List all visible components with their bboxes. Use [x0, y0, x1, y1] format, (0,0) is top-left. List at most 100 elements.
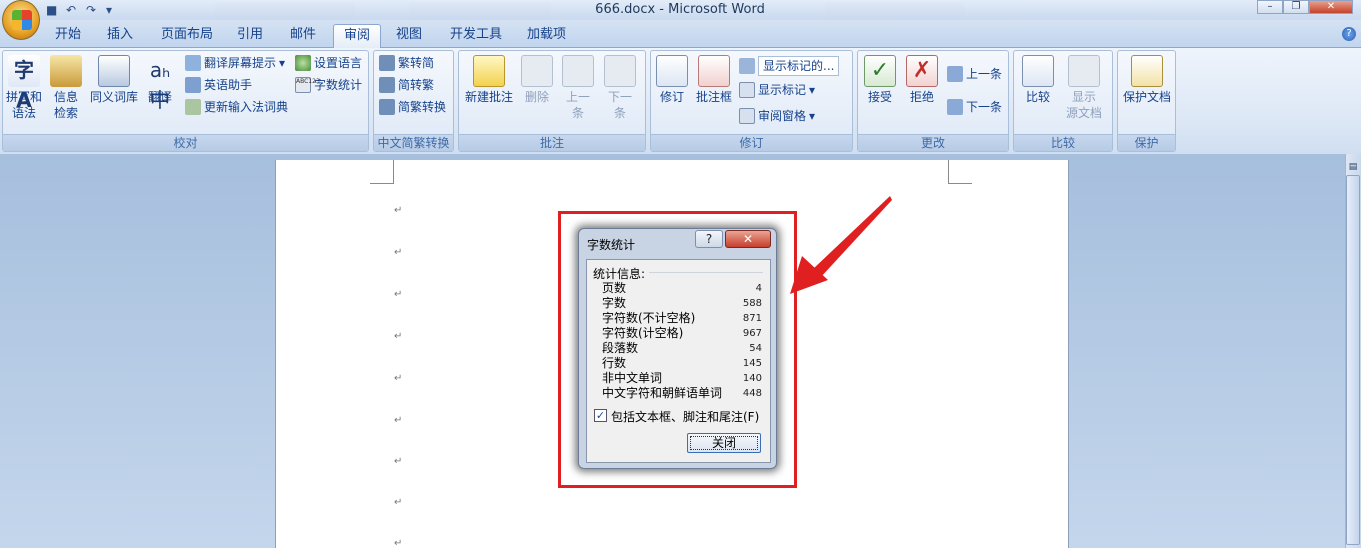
- simplified-traditional-convert-button[interactable]: 简繁转换: [379, 97, 446, 117]
- stat-label: 行数: [602, 356, 627, 370]
- traditional-to-simplified-button[interactable]: 繁转简: [379, 53, 434, 73]
- accept-button[interactable]: ✓ 接受: [858, 55, 902, 105]
- group-label: 保护: [1118, 134, 1175, 151]
- tab-view[interactable]: 视图: [386, 24, 432, 48]
- thesaurus-icon: [98, 55, 130, 87]
- previous-change-icon: [947, 66, 963, 82]
- ruler-toggle-icon[interactable]: ▤: [1347, 162, 1359, 174]
- previous-change-button[interactable]: 上一条: [947, 64, 1002, 84]
- next-change-icon: [947, 99, 963, 115]
- group-label: 修订: [651, 134, 852, 151]
- tab-insert[interactable]: 插入: [97, 24, 143, 48]
- minimize-button[interactable]: –: [1257, 0, 1283, 14]
- button-label: 条: [571, 106, 584, 120]
- reviewing-pane-button[interactable]: 审阅窗格 ▾: [739, 106, 815, 126]
- paragraph-mark: ↵: [394, 247, 403, 258]
- include-textboxes-checkbox[interactable]: ✓: [594, 409, 607, 422]
- compare-icon: [1022, 55, 1054, 87]
- compare-button[interactable]: 比较: [1016, 55, 1060, 105]
- dropdown-arrow-icon: ▾: [279, 56, 286, 70]
- button-label: 上一条: [966, 67, 1003, 81]
- translate-tooltip-button[interactable]: 翻译屏幕提示 ▾: [185, 53, 285, 73]
- display-for-review[interactable]: 显示标记的...: [739, 56, 840, 76]
- tab-review[interactable]: 审阅: [333, 24, 382, 49]
- group-label: 批注: [459, 134, 645, 151]
- undo-icon[interactable]: ↶: [66, 3, 80, 17]
- group-label: 更改: [858, 134, 1008, 151]
- save-icon[interactable]: ■: [46, 3, 60, 17]
- tab-references[interactable]: 引用: [227, 24, 273, 48]
- button-label: 保护文档: [1122, 90, 1171, 104]
- paragraph-mark: ↵: [394, 538, 403, 548]
- customize-qat-icon[interactable]: ▾: [106, 3, 120, 17]
- stat-label: 页数: [602, 281, 627, 295]
- button-label: 简转繁: [398, 78, 435, 92]
- stat-row: 字符数(计空格) 967: [602, 326, 762, 341]
- button-label: 语法: [11, 106, 36, 120]
- button-label: 更新输入法词典: [204, 100, 289, 114]
- spelling-grammar-button[interactable]: 字A 拼写和 语法: [2, 55, 46, 121]
- stat-value: 871: [742, 313, 762, 324]
- convert-icon: [379, 55, 395, 71]
- thesaurus-button[interactable]: 同义词库: [88, 55, 140, 105]
- redo-icon[interactable]: ↷: [86, 3, 100, 17]
- globe-icon: [295, 55, 311, 71]
- button-label: 显示标记: [758, 83, 807, 97]
- help-icon[interactable]: ?: [1342, 27, 1356, 41]
- group-label: 中文简繁转换: [374, 134, 453, 151]
- stat-row: 字数 588: [602, 296, 762, 311]
- translate-icon: aₕ中: [149, 58, 171, 112]
- tab-page-layout[interactable]: 页面布局: [151, 24, 223, 48]
- tab-home[interactable]: 开始: [45, 24, 91, 48]
- button-label: 新建批注: [464, 90, 513, 104]
- button-label: 同义词库: [89, 90, 138, 104]
- crop-mark: [948, 160, 972, 184]
- set-language-button[interactable]: 设置语言: [295, 53, 362, 73]
- research-icon: [50, 55, 82, 87]
- translate-tooltip-icon: [185, 55, 201, 71]
- dialog-close-x-button[interactable]: ✕: [725, 230, 771, 248]
- word-count-button[interactable]: ABC123 字数统计: [295, 75, 362, 95]
- update-ime-dictionary-button[interactable]: 更新输入法词典: [185, 97, 288, 117]
- convert-icon: [379, 77, 395, 93]
- office-button[interactable]: [2, 0, 40, 40]
- english-assistant-button[interactable]: 英语助手: [185, 75, 252, 95]
- display-review-icon: [739, 58, 755, 74]
- close-window-button[interactable]: ✕: [1309, 0, 1353, 14]
- translate-button[interactable]: aₕ中 翻译: [138, 55, 182, 112]
- tab-developer[interactable]: 开发工具: [440, 24, 512, 48]
- crop-mark: [370, 160, 394, 184]
- maximize-button[interactable]: ❐: [1283, 0, 1309, 14]
- divider: [649, 272, 763, 273]
- dialog-help-button[interactable]: ?: [695, 230, 723, 248]
- tab-addins[interactable]: 加载项: [517, 24, 576, 48]
- simplified-to-traditional-button[interactable]: 简转繁: [379, 75, 434, 95]
- track-changes-button[interactable]: 修订: [650, 55, 694, 105]
- paragraph-mark: ↵: [394, 289, 403, 300]
- balloons-button[interactable]: 批注框: [692, 55, 736, 105]
- stat-row: 行数 145: [602, 356, 762, 371]
- button-label: 拒绝: [909, 90, 934, 104]
- dropdown-arrow-icon: ▾: [809, 109, 816, 123]
- button-label: 比较: [1025, 90, 1050, 104]
- previous-comment-button[interactable]: 上一 条: [556, 55, 600, 121]
- show-markup-button[interactable]: 显示标记 ▾: [739, 80, 815, 100]
- next-change-button[interactable]: 下一条: [947, 97, 1002, 117]
- stat-value: 588: [742, 298, 762, 309]
- research-button[interactable]: 信息 检索: [44, 55, 88, 121]
- button-label: 显示: [1071, 90, 1096, 104]
- delete-comment-button[interactable]: 删除: [515, 55, 559, 105]
- reject-button[interactable]: ✗ 拒绝: [900, 55, 944, 105]
- scrollbar-thumb[interactable]: [1346, 175, 1360, 545]
- stat-label: 非中文单词: [602, 371, 663, 385]
- close-button[interactable]: 关闭: [687, 433, 761, 453]
- stat-row: 非中文单词 140: [602, 371, 762, 386]
- button-label: 检索: [53, 106, 78, 120]
- next-comment-button[interactable]: 下一 条: [598, 55, 642, 121]
- tab-mailings[interactable]: 邮件: [280, 24, 326, 48]
- display-for-review-dropdown[interactable]: 显示标记的...: [758, 56, 840, 76]
- protect-document-button[interactable]: 保护文档: [1120, 55, 1174, 105]
- button-label: 批注框: [695, 90, 732, 104]
- show-source-documents-button[interactable]: 显示 源文档: [1058, 55, 1110, 121]
- new-comment-button[interactable]: 新建批注: [462, 55, 516, 105]
